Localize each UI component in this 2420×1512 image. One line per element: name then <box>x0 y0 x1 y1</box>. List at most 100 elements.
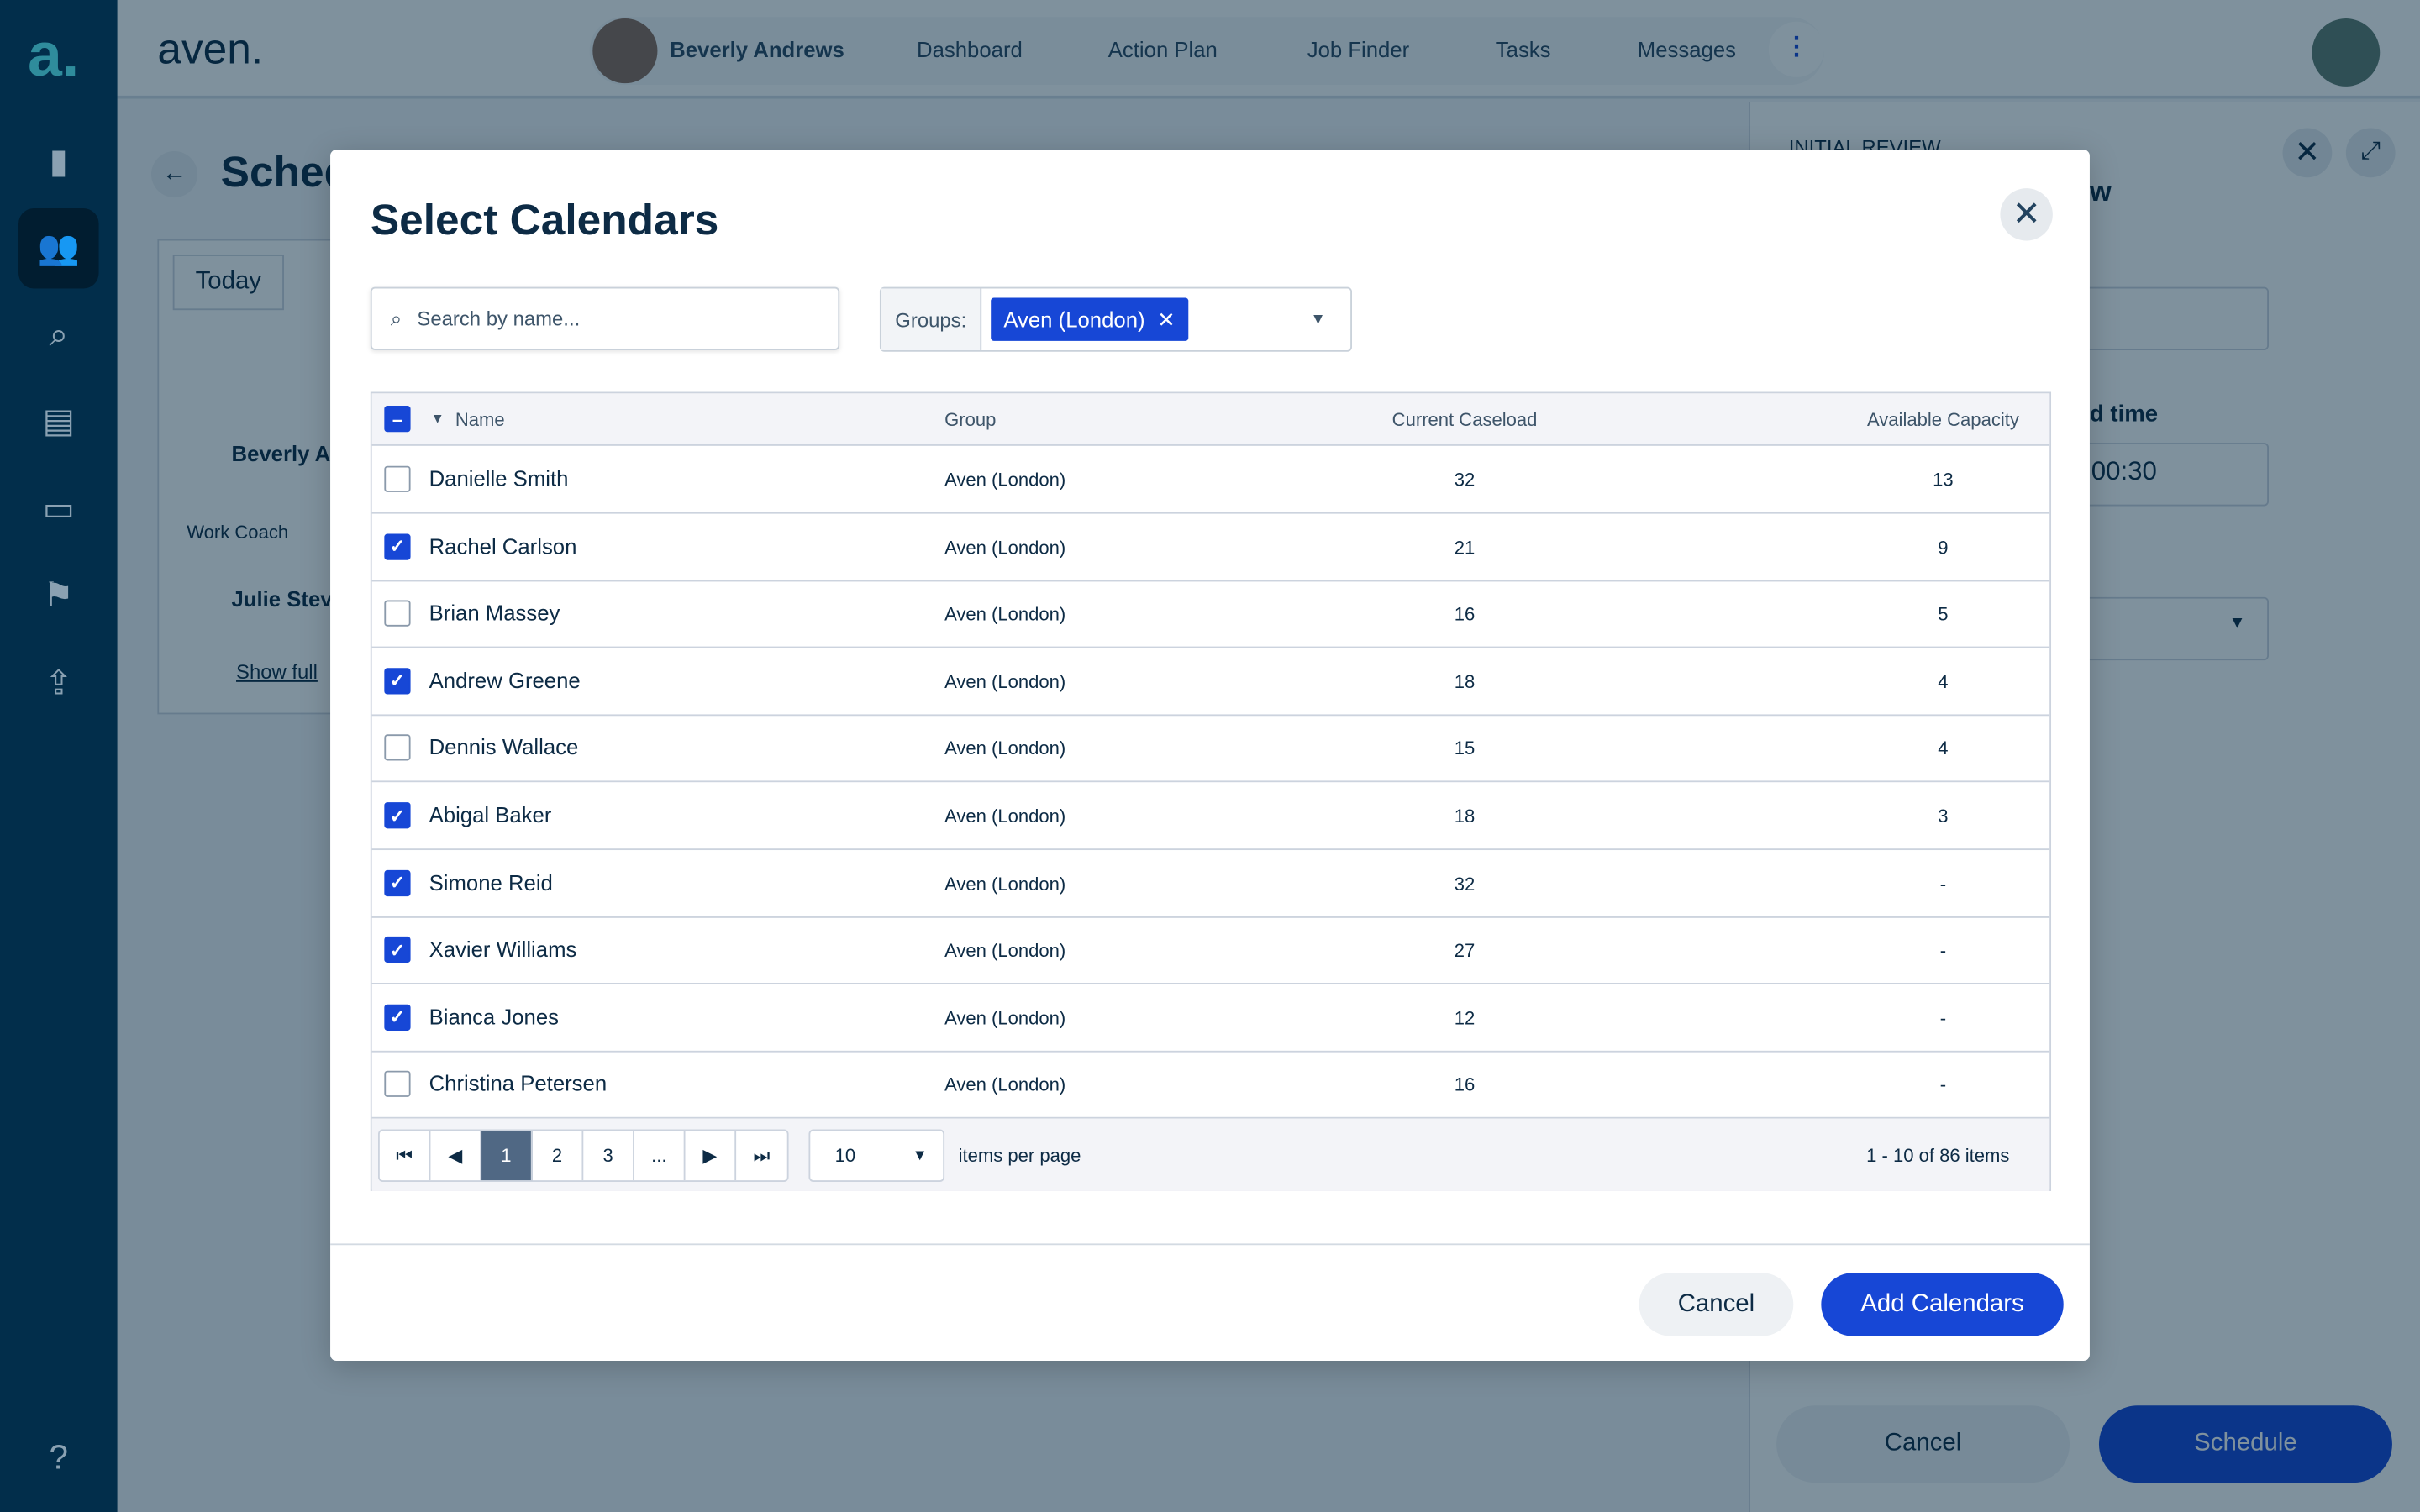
divider <box>330 1243 2090 1246</box>
select-calendars-modal: Select Calendars ✕ ⌕ Search by name... G… <box>330 150 2090 1362</box>
row-checkbox[interactable]: ✓ <box>384 937 411 963</box>
per-page-label: items per page <box>958 1144 1081 1167</box>
message-icon[interactable]: ▭ <box>18 469 99 549</box>
page-2[interactable]: 2 <box>533 1131 584 1181</box>
groups-label: Groups: <box>881 288 982 350</box>
row-caseload: 15 <box>1454 738 1476 760</box>
row-caseload: 18 <box>1454 805 1476 827</box>
items-summary: 1 - 10 of 86 items <box>1866 1144 2010 1167</box>
page-more[interactable]: ... <box>634 1131 686 1181</box>
table-row[interactable]: ✓ Bianca Jones Aven (London) 12 - <box>371 984 2050 1053</box>
sidebar-logo: a. <box>28 21 80 90</box>
table-row[interactable]: Christina Petersen Aven (London) 16 - <box>371 1052 2050 1120</box>
table-row[interactable]: ✓ Andrew Greene Aven (London) 18 4 <box>371 648 2050 716</box>
row-checkbox[interactable] <box>384 1071 411 1098</box>
table-row[interactable]: ✓ Xavier Williams Aven (London) 27 - <box>371 916 2050 985</box>
row-group: Aven (London) <box>944 1074 1066 1096</box>
row-checkbox[interactable]: ✓ <box>384 667 411 695</box>
prev-page-button[interactable]: ◀ <box>430 1131 482 1181</box>
select-all-checkbox[interactable]: – <box>384 406 411 433</box>
row-group: Aven (London) <box>944 1007 1066 1029</box>
row-checkbox[interactable] <box>384 465 411 492</box>
close-icon[interactable]: ✕ <box>2000 188 2053 241</box>
row-capacity: - <box>1939 1074 1947 1096</box>
col-group[interactable]: Group <box>944 409 996 431</box>
row-checkbox[interactable] <box>384 735 411 762</box>
table-row[interactable]: Danielle Smith Aven (London) 32 13 <box>371 446 2050 514</box>
group-chip[interactable]: Aven (London) ✕ <box>991 297 1188 341</box>
table-row[interactable]: Brian Massey Aven (London) 16 5 <box>371 580 2050 648</box>
row-capacity: - <box>1939 1007 1947 1029</box>
row-caseload: 16 <box>1454 1074 1476 1096</box>
table-row[interactable]: ✓ Rachel Carlson Aven (London) 21 9 <box>371 513 2050 581</box>
row-name: Abigal Baker <box>429 802 552 827</box>
row-checkbox[interactable]: ✓ <box>384 869 411 896</box>
row-caseload: 21 <box>1454 536 1476 559</box>
row-capacity: - <box>1939 939 1947 962</box>
row-caseload: 32 <box>1454 872 1476 895</box>
col-capacity[interactable]: Available Capacity <box>1823 409 2064 431</box>
row-group: Aven (London) <box>944 872 1066 895</box>
chevron-down-icon[interactable]: ▼ <box>1311 311 1326 328</box>
row-capacity: 5 <box>1938 603 1949 626</box>
row-name: Brian Massey <box>429 600 560 626</box>
row-checkbox[interactable]: ✓ <box>384 802 411 829</box>
page-1[interactable]: 1 <box>481 1131 533 1181</box>
first-page-button[interactable]: ⏮ <box>380 1131 431 1181</box>
row-capacity: - <box>1939 872 1947 895</box>
cancel-button[interactable]: Cancel <box>1639 1273 1794 1336</box>
row-group: Aven (London) <box>944 939 1066 962</box>
users-icon[interactable]: 👥 <box>18 207 99 289</box>
upload-icon[interactable]: ⇪ <box>18 643 99 724</box>
sort-icon[interactable]: ▼ <box>430 411 444 426</box>
pagination: ⏮ ◀ 1 2 3 ... ▶ ⏭ <box>378 1129 789 1182</box>
modal-title: Select Calendars <box>370 196 719 244</box>
row-name: Dennis Wallace <box>429 735 579 760</box>
row-group: Aven (London) <box>944 670 1066 693</box>
add-calendars-button[interactable]: Add Calendars <box>1821 1273 2064 1336</box>
table-row[interactable]: Dennis Wallace Aven (London) 15 4 <box>371 715 2050 783</box>
flag-icon[interactable]: ⚑ <box>18 555 99 636</box>
row-checkbox[interactable]: ✓ <box>384 1004 411 1031</box>
row-capacity: 4 <box>1938 738 1949 760</box>
sidebar: a. ▮ 👥 ⌕ ▤ ▭ ⚑ ⇪ ? <box>0 0 118 1512</box>
row-caseload: 16 <box>1454 603 1476 626</box>
chart-icon[interactable]: ▮ <box>18 122 99 202</box>
page-3[interactable]: 3 <box>583 1131 634 1181</box>
row-checkbox[interactable] <box>384 600 411 627</box>
help-icon[interactable]: ? <box>18 1418 99 1499</box>
search-icon[interactable]: ⌕ <box>18 295 99 375</box>
row-group: Aven (London) <box>944 738 1066 760</box>
row-group: Aven (London) <box>944 469 1066 491</box>
search-icon: ⌕ <box>390 306 402 330</box>
chevron-down-icon: ▼ <box>912 1147 928 1164</box>
table-header: – ▼ Name Group Current Caseload Availabl… <box>371 393 2050 446</box>
groups-filter[interactable]: Groups: Aven (London) ✕ ▼ <box>879 286 1352 352</box>
row-caseload: 27 <box>1454 939 1476 962</box>
row-name: Simone Reid <box>429 869 553 895</box>
chip-label: Aven (London) <box>1003 307 1145 332</box>
row-caseload: 12 <box>1454 1007 1476 1029</box>
row-name: Christina Petersen <box>429 1071 608 1096</box>
table-footer: ⏮ ◀ 1 2 3 ... ▶ ⏭ 10 ▼ items per page 1 -… <box>371 1118 2050 1191</box>
remove-chip-icon[interactable]: ✕ <box>1157 307 1176 333</box>
per-page-select[interactable]: 10 ▼ <box>808 1129 945 1182</box>
search-input[interactable]: ⌕ Search by name... <box>370 286 840 350</box>
clipboard-icon[interactable]: ▤ <box>18 381 99 462</box>
row-caseload: 32 <box>1454 469 1476 491</box>
table-row[interactable]: ✓ Abigal Baker Aven (London) 18 3 <box>371 782 2050 851</box>
row-name: Danielle Smith <box>429 465 569 491</box>
row-name: Andrew Greene <box>429 667 581 693</box>
row-group: Aven (London) <box>944 805 1066 827</box>
row-checkbox[interactable]: ✓ <box>384 533 411 559</box>
table-row[interactable]: ✓ Simone Reid Aven (London) 32 - <box>371 849 2050 918</box>
col-caseload[interactable]: Current Caseload <box>1360 409 1570 431</box>
last-page-button[interactable]: ⏭ <box>736 1131 787 1180</box>
row-group: Aven (London) <box>944 603 1066 626</box>
calendars-table: – ▼ Name Group Current Caseload Availabl… <box>370 391 2052 1191</box>
row-capacity: 4 <box>1938 670 1949 693</box>
next-page-button[interactable]: ▶ <box>686 1131 737 1181</box>
col-name[interactable]: Name <box>455 409 505 431</box>
row-name: Xavier Williams <box>429 937 577 962</box>
row-capacity: 9 <box>1938 536 1949 559</box>
